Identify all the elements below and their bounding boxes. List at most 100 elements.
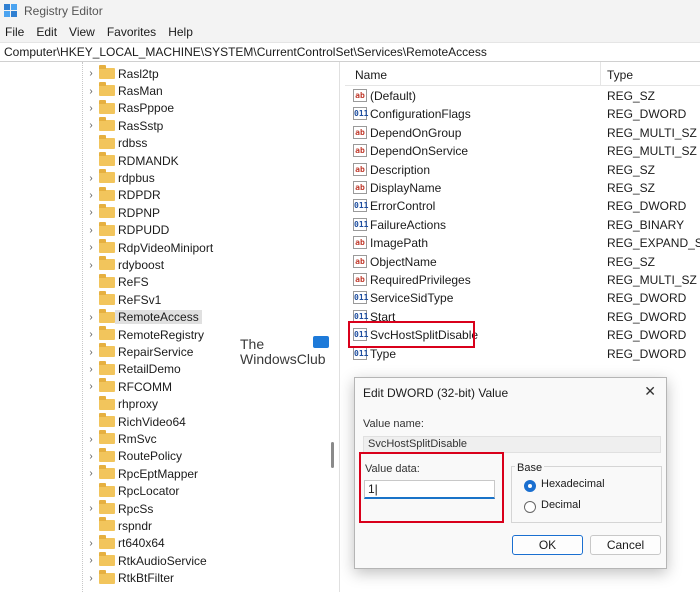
tree-item[interactable]: › RpcSs (0, 500, 330, 517)
chevron-right-icon[interactable]: › (86, 86, 96, 97)
hexadecimal-label[interactable]: Hexadecimal (541, 478, 605, 490)
decimal-radio[interactable] (524, 501, 536, 513)
tree-item[interactable]: › RmSvc (0, 430, 330, 447)
value-row[interactable]: ab DependOnGroup REG_MULTI_SZ (345, 124, 700, 142)
folder-icon (99, 395, 115, 410)
tree-item[interactable]: rhproxy (0, 395, 330, 413)
chevron-right-icon[interactable]: › (86, 573, 96, 584)
tree-item[interactable]: › RasPppoe (0, 99, 330, 117)
tree-item[interactable]: › RasSstp (0, 117, 330, 134)
string-value-icon: ab (353, 181, 367, 194)
tree-pane[interactable]: › Rasl2tp › RasMan › RasPppoe › RasSstp rdbss RDM… (0, 62, 340, 592)
value-row[interactable]: 011 FailureActions REG_BINARY (345, 216, 700, 234)
binary-value-icon: 011 (353, 291, 369, 305)
value-row[interactable]: 011 ConfigurationFlags REG_DWORD (345, 105, 700, 123)
base-group: Hexadecimal Decimal (511, 466, 662, 523)
menu-edit[interactable]: Edit (36, 25, 57, 39)
folder-icon (99, 447, 115, 462)
menu-file[interactable]: File (5, 25, 24, 39)
chevron-right-icon[interactable]: › (86, 190, 96, 201)
chevron-right-icon[interactable]: › (86, 555, 96, 566)
folder-icon (99, 169, 115, 184)
folder-icon (99, 186, 115, 201)
tree-item[interactable]: › RDPNP (0, 204, 330, 221)
value-row[interactable]: ab DependOnService REG_MULTI_SZ (345, 142, 700, 160)
chevron-right-icon[interactable]: › (86, 120, 96, 131)
tree-item-label: RpcSs (118, 501, 154, 516)
chevron-right-icon[interactable]: › (86, 68, 96, 79)
splitter-handle[interactable] (331, 442, 334, 468)
tree-item-label: rdyboost (118, 258, 165, 273)
chevron-right-icon[interactable]: › (86, 347, 96, 358)
chevron-right-icon[interactable]: › (86, 434, 96, 445)
tree-item[interactable]: › RemoteAccess (0, 308, 330, 326)
chevron-right-icon[interactable]: › (86, 260, 96, 271)
value-row[interactable]: ab (Default) REG_SZ (345, 87, 700, 105)
chevron-right-icon[interactable]: › (86, 364, 96, 375)
list-header: Name Type (345, 62, 700, 86)
column-header-name[interactable]: Name (355, 68, 387, 82)
tree-item[interactable]: rspndr (0, 517, 330, 534)
tree-item[interactable]: › RDPUDD (0, 221, 330, 239)
column-separator[interactable] (600, 62, 601, 86)
value-row[interactable]: ab RequiredPrivileges REG_MULTI_SZ (345, 271, 700, 289)
value-type: REG_DWORD (607, 346, 687, 361)
tree-item[interactable]: RDMANDK (0, 152, 330, 169)
value-row[interactable]: ab ObjectName REG_SZ (345, 253, 700, 271)
tree-item[interactable]: › RdpVideoMiniport (0, 239, 330, 256)
menu-favorites[interactable]: Favorites (107, 25, 156, 39)
string-value-icon: ab (353, 254, 367, 268)
chevron-right-icon[interactable]: › (86, 503, 96, 514)
chevron-right-icon[interactable]: › (86, 242, 96, 253)
chevron-right-icon[interactable]: › (86, 225, 96, 236)
close-icon[interactable]: ✕ (644, 383, 656, 400)
chevron-right-icon[interactable]: › (86, 103, 96, 114)
chevron-right-icon[interactable]: › (86, 538, 96, 549)
hexadecimal-radio[interactable] (524, 480, 536, 492)
menu-help[interactable]: Help (168, 25, 193, 39)
folder-icon (99, 378, 115, 393)
tree-item-label: RDPNP (118, 205, 161, 220)
chevron-right-icon[interactable]: › (86, 329, 96, 340)
tree-item-label: RtkAudioService (118, 553, 207, 568)
tree-item[interactable]: › RDPDR (0, 186, 330, 204)
tree-item-label: RasMan (118, 84, 163, 99)
tree-item[interactable]: › RtkAudioService (0, 552, 330, 569)
tree-item[interactable]: › rdyboost (0, 256, 330, 273)
tree-item[interactable]: › Rasl2tp (0, 65, 330, 82)
tree-item[interactable]: › rdpbus (0, 169, 330, 186)
decimal-label[interactable]: Decimal (541, 499, 581, 511)
value-row[interactable]: ab DisplayName REG_SZ (345, 179, 700, 197)
tree-item[interactable]: ReFS (0, 273, 330, 291)
tree-item[interactable]: RpcLocator (0, 482, 330, 500)
value-row[interactable]: 011 ErrorControl REG_DWORD (345, 197, 700, 215)
tree-item[interactable]: › RpcEptMapper (0, 465, 330, 482)
chevron-right-icon[interactable]: › (86, 207, 96, 218)
value-row[interactable]: 011 ServiceSidType REG_DWORD (345, 289, 700, 307)
chevron-right-icon[interactable]: › (86, 381, 96, 392)
folder-icon (99, 465, 115, 480)
address-bar[interactable]: Computer\HKEY_LOCAL_MACHINE\SYSTEM\Curre… (0, 42, 700, 62)
chevron-right-icon[interactable]: › (86, 312, 96, 323)
tree-item[interactable]: › RFCOMM (0, 378, 330, 395)
value-name: Type (370, 346, 397, 361)
value-row[interactable]: ab ImagePath REG_EXPAND_SZ (345, 234, 700, 252)
tree-item[interactable]: RichVideo64 (0, 413, 330, 430)
ok-button[interactable]: OK (512, 535, 583, 555)
tree-item[interactable]: › rt640x64 (0, 534, 330, 552)
highlight-value-name (348, 321, 475, 348)
tree-item[interactable]: rdbss (0, 134, 330, 152)
cancel-button[interactable]: Cancel (590, 535, 661, 555)
chevron-right-icon[interactable]: › (86, 451, 96, 462)
tree-item[interactable]: › RtkBtFilter (0, 569, 330, 587)
column-header-type[interactable]: Type (607, 68, 633, 82)
value-row[interactable]: ab Description REG_SZ (345, 161, 700, 179)
chevron-right-icon[interactable]: › (86, 173, 96, 184)
tree-item[interactable]: › RasMan (0, 82, 330, 99)
watermark-line2: WindowsClub (240, 351, 326, 367)
value-type: REG_SZ (607, 89, 656, 103)
menu-view[interactable]: View (69, 25, 95, 39)
chevron-right-icon[interactable]: › (86, 468, 96, 479)
tree-item[interactable]: › RoutePolicy (0, 447, 330, 465)
tree-item[interactable]: ReFSv1 (0, 291, 330, 308)
